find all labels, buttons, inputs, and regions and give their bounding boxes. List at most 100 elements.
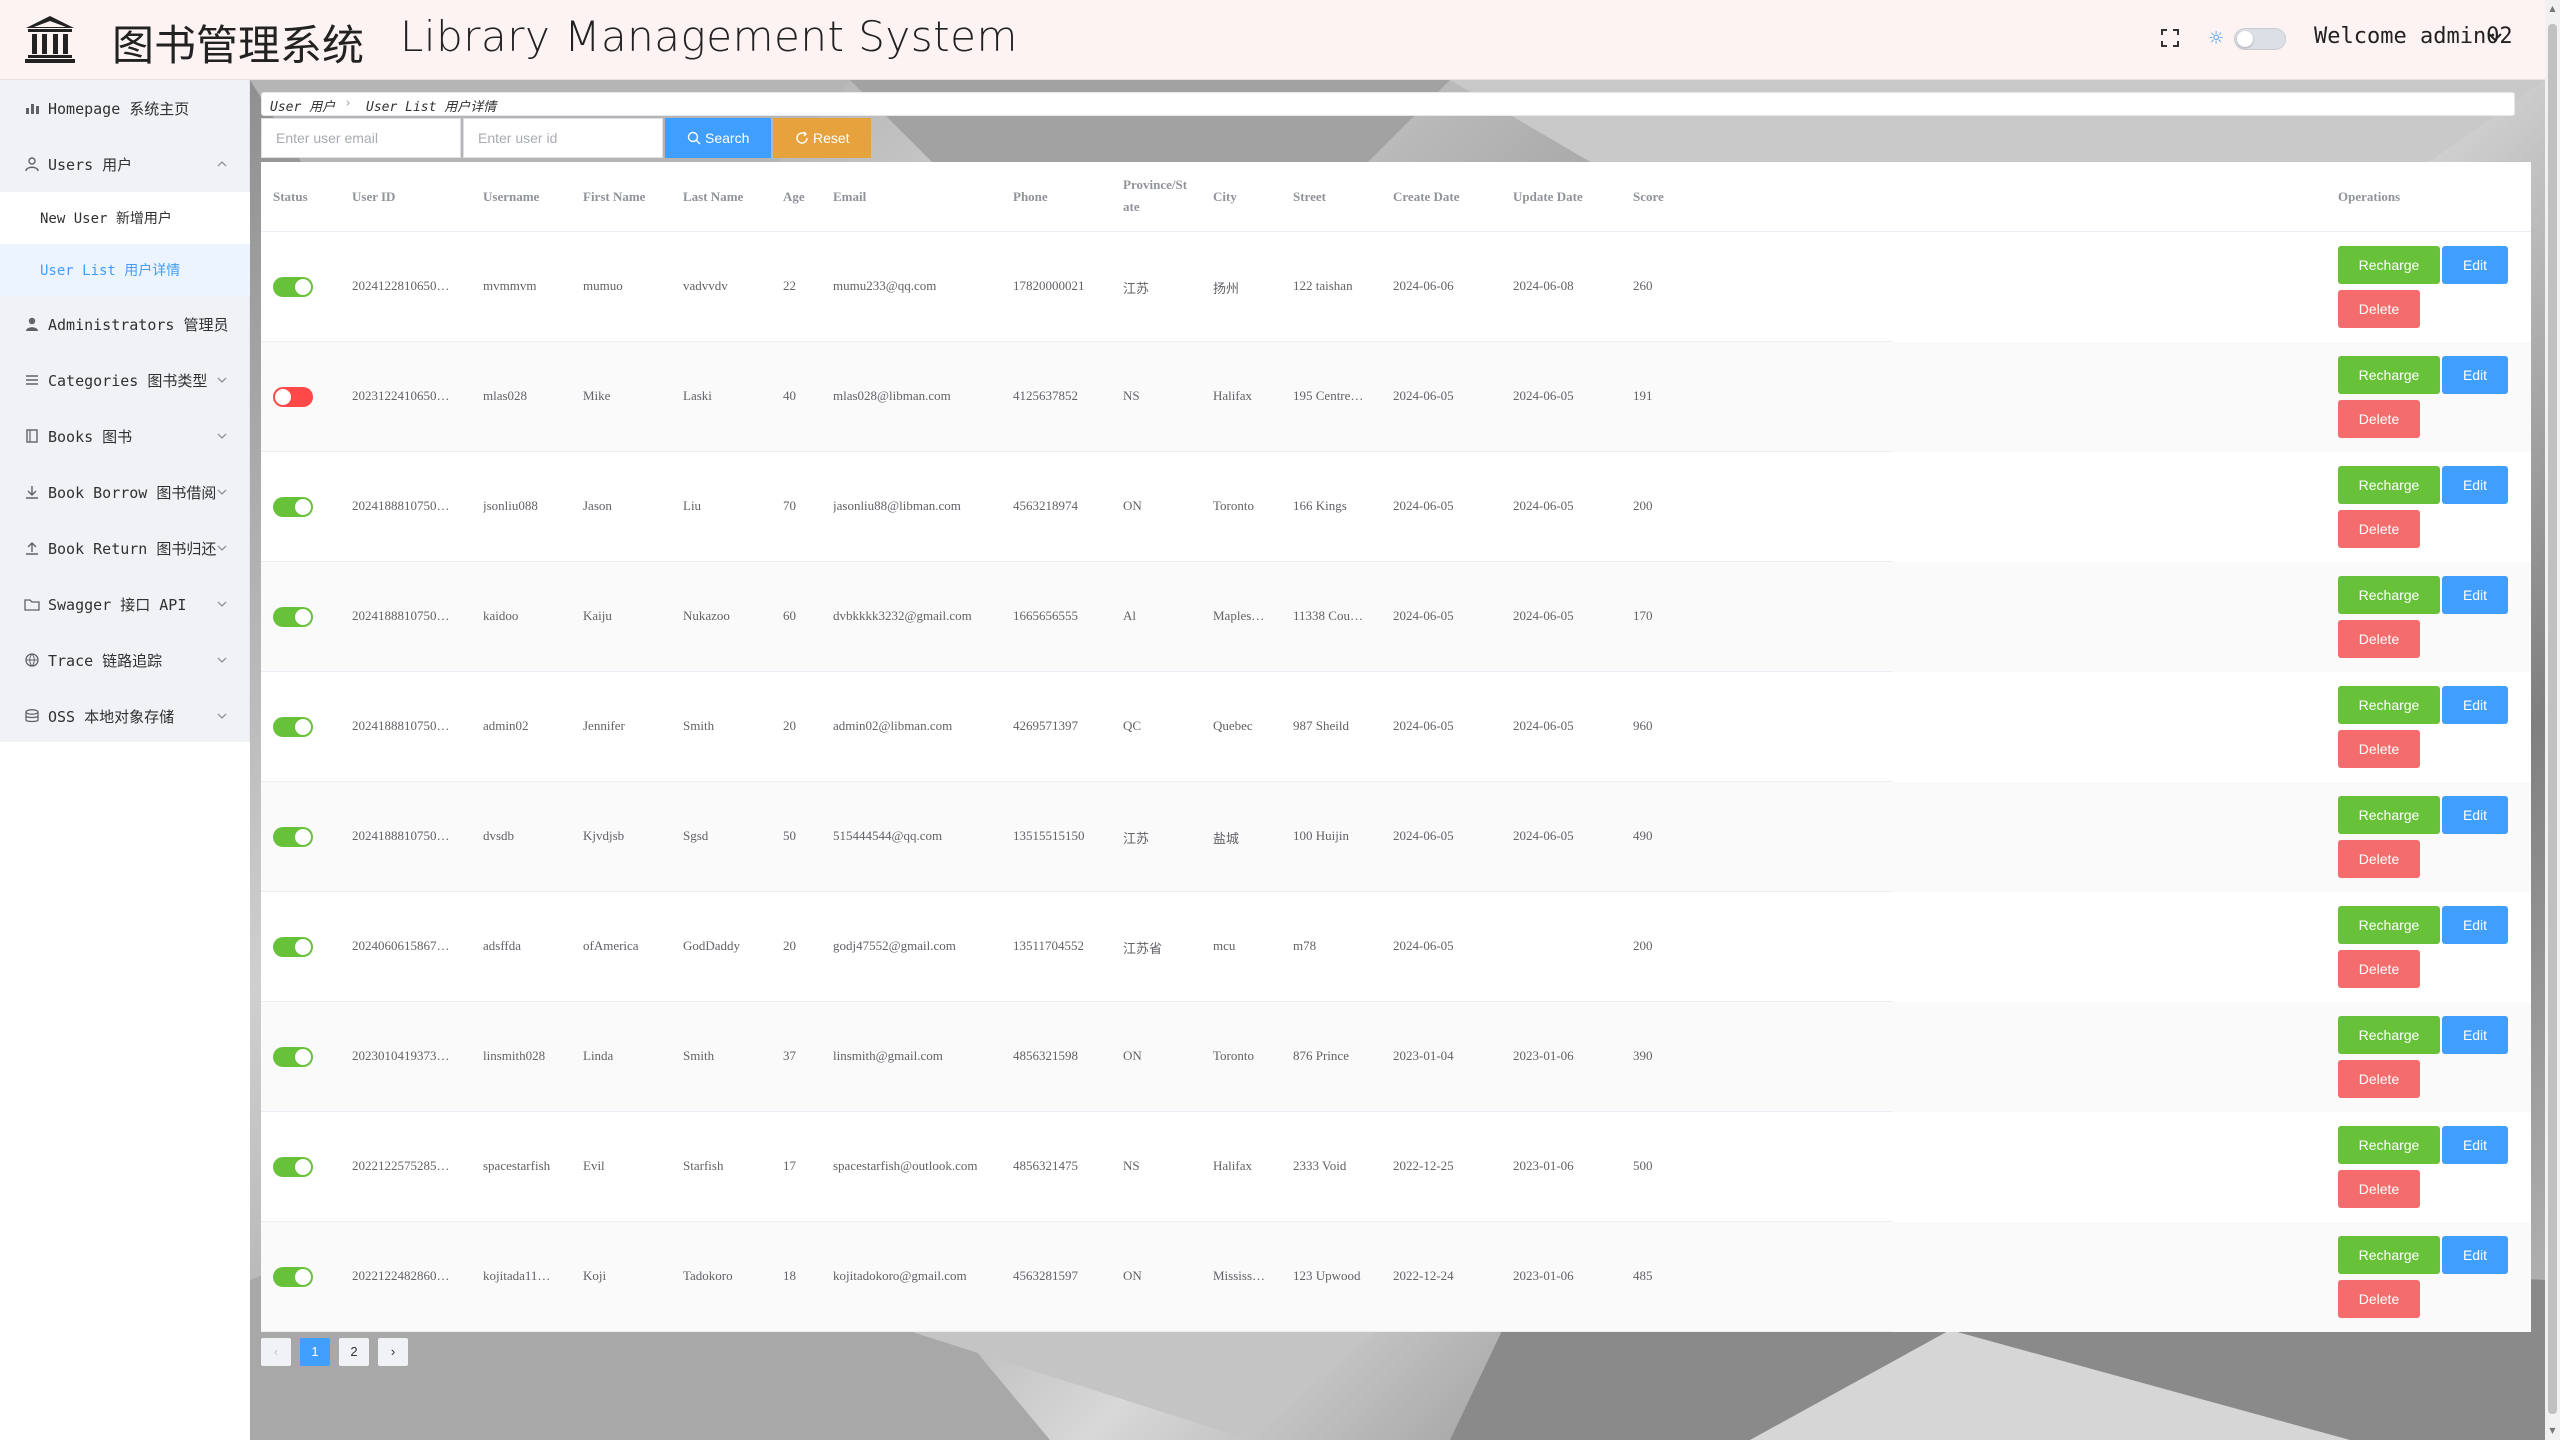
sidebar-item-trace[interactable]: Trace 链路追踪 <box>0 632 250 688</box>
delete-button[interactable]: Delete <box>2338 950 2420 988</box>
chevron-down-icon <box>217 713 227 719</box>
delete-button[interactable]: Delete <box>2338 1060 2420 1098</box>
edit-button[interactable]: Edit <box>2442 796 2508 834</box>
delete-button[interactable]: Delete <box>2338 1280 2420 1318</box>
recharge-button[interactable]: Recharge <box>2338 1236 2440 1274</box>
sidebar-item-users[interactable]: Users 用户 <box>0 136 250 192</box>
recharge-button[interactable]: Recharge <box>2338 356 2440 394</box>
scroll-up-icon[interactable]: ▲ <box>2548 4 2557 14</box>
edit-button[interactable]: Edit <box>2442 1236 2508 1274</box>
cell-city: 盐城 <box>1213 831 1240 846</box>
edit-button[interactable]: Edit <box>2442 246 2508 284</box>
theme-toggle[interactable] <box>2234 28 2286 50</box>
sidebar-subitem-user-list[interactable]: User List 用户详情 <box>0 244 250 296</box>
status-switch[interactable] <box>273 1047 313 1067</box>
user-table: Status User ID Username First Name Last … <box>261 162 2531 1332</box>
recharge-button[interactable]: Recharge <box>2338 466 2440 504</box>
sidebar-item-label: Categories 图书类型 <box>48 371 208 390</box>
id-search-input[interactable]: Enter user id <box>463 118 663 158</box>
cell-username: jsonliu088 <box>483 498 538 513</box>
cell-street: 987 Sheild <box>1293 718 1349 733</box>
page-2-button[interactable]: 2 <box>339 1338 369 1366</box>
page-scrollbar[interactable]: ▲ ▼ <box>2545 0 2560 1440</box>
breadcrumb-user[interactable]: User 用户 <box>270 96 335 115</box>
book-icon <box>26 429 38 443</box>
main-content: User 用户 › User List 用户详情 Enter user emai… <box>250 80 2545 1440</box>
cell-first-name: Linda <box>583 1048 614 1063</box>
status-switch[interactable] <box>273 827 313 847</box>
status-switch[interactable] <box>273 607 313 627</box>
col-status: Status <box>273 189 308 204</box>
refresh-icon <box>796 131 808 144</box>
sidebar-item-books[interactable]: Books 图书 <box>0 408 250 464</box>
cell-user-id: 2024188810750… <box>352 498 450 513</box>
cell-email: admin02@libman.com <box>833 718 953 733</box>
cell-province: ON <box>1123 1268 1142 1283</box>
edit-button[interactable]: Edit <box>2442 466 2508 504</box>
status-switch[interactable] <box>273 277 313 297</box>
sidebar-item-book-return[interactable]: Book Return 图书归还 <box>0 520 250 576</box>
delete-button[interactable]: Delete <box>2338 510 2420 548</box>
cell-update-date: 2024-06-08 <box>1513 278 1574 293</box>
col-score: Score <box>1633 189 1664 204</box>
prev-page-button[interactable]: ‹ <box>261 1338 291 1366</box>
recharge-button[interactable]: Recharge <box>2338 686 2440 724</box>
delete-button[interactable]: Delete <box>2338 290 2420 328</box>
status-switch[interactable] <box>273 1157 313 1177</box>
edit-button[interactable]: Edit <box>2442 356 2508 394</box>
delete-button[interactable]: Delete <box>2338 840 2420 878</box>
chevron-down-icon[interactable] <box>2486 28 2504 46</box>
edit-button[interactable]: Edit <box>2442 576 2508 614</box>
sidebar-subitem-new-user[interactable]: New User 新增用户 <box>0 192 250 244</box>
status-switch[interactable] <box>273 387 313 407</box>
chevron-down-icon <box>217 489 227 495</box>
search-button[interactable]: Search <box>665 118 771 158</box>
sidebar-item-swagger[interactable]: Swagger 接口 API <box>0 576 250 632</box>
delete-button[interactable]: Delete <box>2338 400 2420 438</box>
email-search-input[interactable]: Enter user email <box>261 118 461 158</box>
recharge-button[interactable]: Recharge <box>2338 576 2440 614</box>
edit-button[interactable]: Edit <box>2442 686 2508 724</box>
page-1-button[interactable]: 1 <box>300 1338 330 1366</box>
delete-button[interactable]: Delete <box>2338 620 2420 658</box>
sidebar-item-administrators[interactable]: Administrators 管理员 <box>0 296 250 352</box>
welcome-user-menu[interactable]: Welcome admin02 <box>2314 24 2513 49</box>
sidebar-item-categories[interactable]: Categories 图书类型 <box>0 352 250 408</box>
cell-update-date: 2024-06-05 <box>1513 388 1574 403</box>
edit-button[interactable]: Edit <box>2442 906 2508 944</box>
delete-button[interactable]: Delete <box>2338 1170 2420 1208</box>
sidebar-item-oss[interactable]: OSS 本地对象存储 <box>0 688 250 744</box>
next-page-button[interactable]: › <box>378 1338 408 1366</box>
status-switch[interactable] <box>273 937 313 957</box>
chevron-down-icon <box>217 657 227 663</box>
recharge-button[interactable]: Recharge <box>2338 1126 2440 1164</box>
reset-button[interactable]: Reset <box>773 118 871 158</box>
cell-username: mvmmvm <box>483 278 537 293</box>
edit-button[interactable]: Edit <box>2442 1126 2508 1164</box>
cell-user-id: 2024188810750… <box>352 828 450 843</box>
recharge-button[interactable]: Recharge <box>2338 246 2440 284</box>
sidebar-item-homepage[interactable]: Homepage 系统主页 <box>0 80 250 136</box>
status-switch[interactable] <box>273 497 313 517</box>
recharge-button[interactable]: Recharge <box>2338 906 2440 944</box>
scroll-down-icon[interactable]: ▼ <box>2548 1426 2557 1436</box>
sidebar-item-label: Users 用户 <box>48 155 133 174</box>
table-row: 2024188810750… jsonliu088 Jason Liu 70 jasonl… <box>261 452 2531 562</box>
switch-knob <box>295 279 311 295</box>
recharge-button[interactable]: Recharge <box>2338 1016 2440 1054</box>
cell-score: 500 <box>1633 1158 1653 1173</box>
cell-last-name: Tadokoro <box>683 1268 733 1283</box>
sidebar-item-book-borrow[interactable]: Book Borrow 图书借阅 <box>0 464 250 520</box>
delete-button[interactable]: Delete <box>2338 730 2420 768</box>
status-switch[interactable] <box>273 1267 313 1287</box>
cell-age: 20 <box>783 718 796 733</box>
cell-update-date: 2024-06-05 <box>1513 498 1574 513</box>
cell-street: 11338 Cou… <box>1293 608 1363 623</box>
fullscreen-icon[interactable] <box>2160 28 2180 48</box>
row-divider <box>261 1331 1893 1332</box>
col-username: Username <box>483 189 540 204</box>
status-switch[interactable] <box>273 717 313 737</box>
edit-button[interactable]: Edit <box>2442 1016 2508 1054</box>
recharge-button[interactable]: Recharge <box>2338 796 2440 834</box>
scroll-thumb[interactable] <box>2548 24 2557 1414</box>
